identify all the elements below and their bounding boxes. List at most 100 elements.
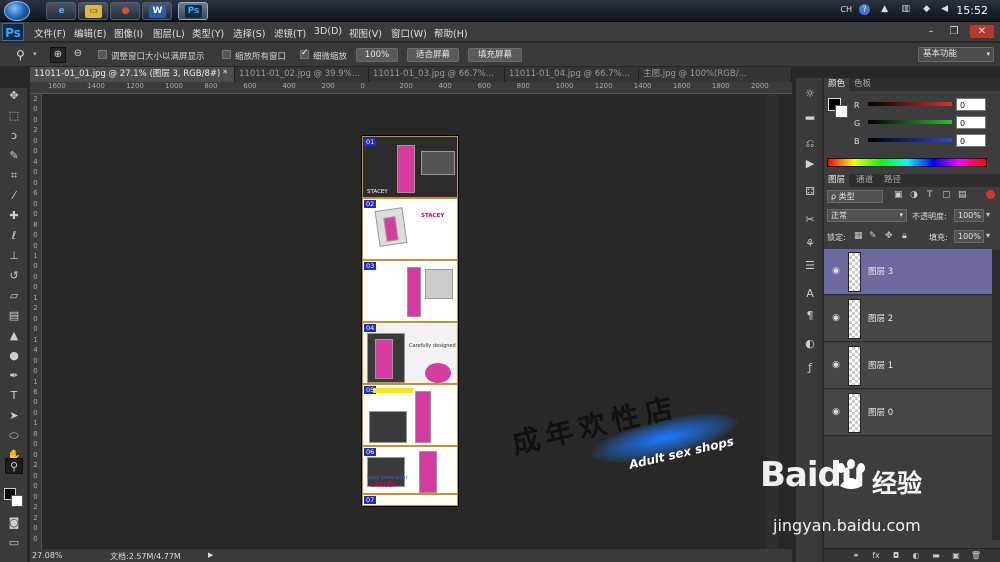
workspace-select[interactable]: 基本功能 ▾ [918, 47, 994, 62]
filter-shape-icon[interactable]: ▢ [942, 190, 951, 200]
menu-file[interactable]: 文件(F) [34, 26, 66, 40]
path-select-tool-icon[interactable]: ➤ [5, 408, 23, 424]
layer-row-1[interactable]: ◉ 图层 1 [824, 343, 992, 389]
tab-11011-01-01[interactable]: 11011-01_01.jpg @ 27.1% (图层 3, RGB/8#) * [30, 67, 235, 82]
color-slider-b[interactable]: B 0 [828, 134, 998, 150]
color-value-input[interactable]: 0 [956, 116, 986, 129]
tab-11011-01-02[interactable]: 11011-01_02.jpg @ 39.9%... [235, 67, 369, 82]
layer-row-3[interactable]: ◉ 图层 3 [824, 249, 992, 295]
filter-smart-icon[interactable]: ▤ [958, 190, 967, 200]
menu-window[interactable]: 窗口(W) [391, 26, 427, 40]
gradient-tool-icon[interactable]: ▤ [5, 308, 23, 324]
menu-3d[interactable]: 3D(D) [314, 26, 342, 37]
slider-track[interactable] [868, 120, 952, 124]
zoom-in-icon[interactable]: ⊕ [50, 47, 66, 63]
eye-icon[interactable]: ◉ [830, 266, 842, 276]
slice-05[interactable]: 05 [362, 384, 458, 446]
screen-mode-icon[interactable]: ▭ [5, 535, 23, 551]
horizontal-ruler[interactable]: 1600 1400 1200 1000 800 600 400 200 0 200 400 600 80… [30, 82, 792, 94]
layer-row-2[interactable]: ◉ 图层 2 [824, 296, 992, 342]
restore-icon[interactable]: ❐ [945, 25, 963, 38]
paragraph-icon[interactable]: ¶ [801, 308, 819, 324]
color-value-input[interactable]: 0 [956, 98, 986, 111]
quick-select-tool-icon[interactable]: ✎ [5, 148, 23, 164]
ime-indicator[interactable]: CH [840, 5, 852, 14]
minimize-icon[interactable]: – [922, 25, 940, 38]
history-icon[interactable]: ⎌ [801, 136, 819, 152]
zoom-out-icon[interactable]: ⊖ [70, 47, 86, 63]
zoom-tool-icon[interactable]: ⚲ [16, 48, 25, 62]
fill-screen-button[interactable]: 填充屏幕 [468, 48, 522, 62]
layer-name[interactable]: 图层 3 [868, 265, 893, 277]
filter-type-icon[interactable]: T [927, 190, 933, 200]
color-value-input[interactable]: 0 [956, 134, 986, 147]
slice-01[interactable]: 01 STACEY [362, 136, 458, 198]
layer-filter-select[interactable]: ρ 类型 [827, 190, 883, 203]
fit-screen-button[interactable]: 适合屏幕 [407, 48, 459, 62]
zoom-tool-icon[interactable]: ⚲ [5, 458, 23, 474]
resize-windows-checkbox[interactable] [98, 50, 107, 59]
fill-input[interactable]: 100% [954, 230, 984, 243]
layer-name[interactable]: 图层 2 [868, 312, 893, 324]
navigator-icon[interactable]: ☼ [801, 86, 819, 102]
scrubby-zoom-checkbox[interactable] [300, 48, 309, 59]
shield-icon[interactable]: ◆ [923, 4, 930, 14]
tool-preset-dropdown-icon[interactable]: ▾ [33, 50, 37, 58]
zoom-all-windows-checkbox[interactable] [222, 50, 231, 59]
menu-select[interactable]: 选择(S) [233, 26, 265, 40]
layers-scrollbar[interactable] [992, 250, 1000, 540]
eyedropper-tool-icon[interactable]: ⁄ [5, 188, 23, 204]
character-icon[interactable]: A [801, 286, 819, 302]
network-icon[interactable]: ▥ [901, 4, 910, 14]
document-canvas[interactable]: 01 STACEY 02 STACEY 03 04 Carefully desi… [362, 136, 458, 506]
status-zoom[interactable]: 27.08% [32, 551, 63, 560]
filter-adjust-icon[interactable]: ◑ [910, 190, 918, 200]
adjustments-icon[interactable]: ☰ [801, 258, 819, 274]
adjustment-layer-icon[interactable]: ◐ [910, 550, 922, 562]
layer-name[interactable]: 图层 0 [868, 406, 893, 418]
background-color-swatch[interactable] [11, 495, 23, 507]
menu-type[interactable]: 类型(Y) [192, 26, 224, 40]
lock-position-icon[interactable]: ✥ [885, 231, 893, 241]
crop-tool-icon[interactable]: ⌗ [5, 168, 23, 184]
start-button[interactable] [4, 1, 30, 21]
lock-all-icon[interactable]: 🔒︎ [902, 231, 907, 241]
taskbar-ie-button[interactable]: e [46, 2, 76, 20]
tray-arrow-icon[interactable]: ▲ [881, 4, 888, 14]
filter-toggle-icon[interactable] [986, 190, 995, 199]
opacity-input[interactable]: 100% [954, 209, 984, 222]
blend-mode-select[interactable]: 正常 ▾ [827, 209, 907, 222]
healing-brush-tool-icon[interactable]: ✚ [5, 208, 23, 224]
dodge-tool-icon[interactable]: ● [5, 348, 23, 364]
menu-edit[interactable]: 编辑(E) [74, 26, 106, 40]
status-menu-arrow-icon[interactable]: ▶ [208, 551, 213, 559]
menu-help[interactable]: 帮助(H) [434, 26, 468, 40]
tab-paths[interactable]: 路径 [880, 174, 905, 187]
menu-filter[interactable]: 滤镜(T) [274, 26, 306, 40]
fx-icon[interactable]: fx [870, 550, 882, 562]
color-slider-g[interactable]: G 0 [828, 116, 998, 132]
menu-view[interactable]: 视图(V) [349, 26, 382, 40]
fx-icon[interactable]: ƒ [801, 360, 819, 376]
clone-stamp-tool-icon[interactable]: ⊥ [5, 248, 23, 264]
close-icon[interactable]: ✕ [970, 25, 994, 38]
lasso-tool-icon[interactable]: ↄ [5, 128, 23, 144]
slice-07[interactable]: 07 [362, 494, 458, 506]
styles-icon[interactable]: ◐ [801, 336, 819, 352]
layer-row-0[interactable]: ◉ 图层 0 [824, 390, 992, 436]
eye-icon[interactable]: ◉ [830, 313, 842, 323]
tab-11011-01-04[interactable]: 11011-01_04.jpg @ 66.7%... [505, 67, 639, 82]
clock[interactable]: 15:52 [956, 4, 988, 17]
help-icon[interactable]: ? [859, 4, 870, 15]
histogram-icon[interactable]: ▂ [801, 106, 819, 122]
marquee-tool-icon[interactable]: ⬚ [5, 108, 23, 124]
slider-track[interactable] [868, 138, 952, 142]
type-tool-icon[interactable]: T [5, 388, 23, 404]
eye-icon[interactable]: ◉ [830, 407, 842, 417]
brush-tool-icon[interactable]: ℓ [5, 228, 23, 244]
taskbar-explorer-button[interactable]: ▭ [78, 2, 108, 20]
fill-dropdown-icon[interactable]: ▾ [986, 231, 990, 240]
filter-pixel-icon[interactable]: ▣ [894, 190, 903, 200]
volume-icon[interactable]: ◀ [941, 4, 948, 14]
opacity-dropdown-icon[interactable]: ▾ [986, 210, 990, 219]
